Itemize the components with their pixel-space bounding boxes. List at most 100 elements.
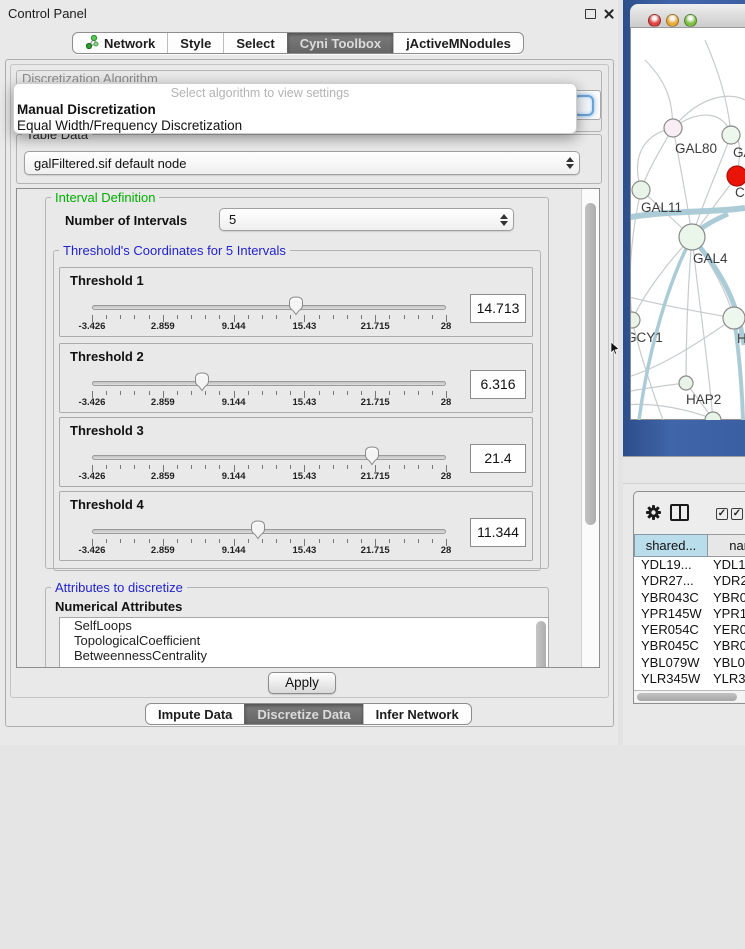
network-node[interactable]	[705, 412, 721, 428]
table-cell[interactable]: YBR0	[708, 638, 745, 654]
table-hscrollbar-thumb[interactable]	[637, 693, 737, 701]
number-of-intervals-combo[interactable]: 5	[219, 208, 514, 231]
slider-thumb[interactable]	[194, 372, 210, 392]
network-edge[interactable]	[625, 383, 686, 392]
table-cell[interactable]: YBR043C	[634, 590, 708, 606]
attribute-list-item[interactable]: TopologicalCoefficient	[60, 633, 548, 648]
viewport-scrollbar[interactable]	[581, 189, 599, 667]
table-row[interactable]: YLR345WYLR3	[634, 671, 745, 687]
network-node[interactable]	[722, 126, 740, 144]
split-columns-icon[interactable]	[670, 504, 689, 521]
tick-label: 15.43	[293, 471, 317, 482]
table-cell[interactable]: YPR145W	[634, 606, 708, 622]
attribute-list-item[interactable]: SelfLoops	[60, 618, 548, 633]
slider-track[interactable]	[92, 455, 446, 460]
table-row[interactable]: YDL19...YDL1	[634, 557, 745, 573]
network-edge[interactable]	[673, 96, 745, 128]
tab-label: Network	[104, 36, 155, 51]
table-row[interactable]: YER054CYER0	[634, 622, 745, 638]
threshold-value-field[interactable]: 11.344	[470, 518, 526, 547]
threshold-panel: Threshold 3-3.4262.8599.14415.4321.71528…	[59, 417, 533, 487]
attribute-list-item[interactable]: BetweennessCentrality	[60, 648, 548, 663]
slider-thumb[interactable]	[288, 296, 304, 316]
control-panel-titlebar: Control Panel	[0, 0, 618, 28]
attributes-title: Attributes to discretize	[51, 580, 187, 595]
tab-cyni-toolbox[interactable]: Cyni Toolbox	[287, 33, 393, 53]
table-row[interactable]: YDR27...YDR2	[634, 573, 745, 589]
apply-button[interactable]: Apply	[268, 672, 336, 694]
threshold-value-field[interactable]: 21.4	[470, 444, 526, 473]
network-icon	[85, 35, 99, 52]
tick-label: 15.43	[293, 321, 317, 332]
table-cell[interactable]: YDR2	[708, 573, 745, 589]
tab-select[interactable]: Select	[223, 33, 286, 53]
network-node[interactable]	[632, 181, 650, 199]
network-edge-thick[interactable]	[639, 237, 692, 420]
list-scrollbar-thumb[interactable]	[536, 621, 546, 668]
tab-jactivemnodules[interactable]: jActiveMNodules	[393, 33, 523, 53]
column-header-name[interactable]: name	[708, 534, 745, 557]
table-hscrollbar[interactable]	[634, 690, 745, 702]
table-cell[interactable]: YDL1	[708, 557, 745, 573]
network-edge[interactable]	[625, 318, 734, 378]
viewport-scrollbar-thumb[interactable]	[585, 203, 596, 525]
close-icon[interactable]	[603, 8, 615, 20]
table-cell[interactable]: YDL19...	[634, 557, 708, 573]
network-node[interactable]	[664, 119, 682, 137]
table-cell[interactable]: YDR27...	[634, 573, 708, 589]
float-panel-icon[interactable]	[585, 9, 596, 19]
table-data-combo[interactable]: galFiltered.sif default node	[24, 151, 580, 175]
tab-network[interactable]: Network	[73, 33, 167, 53]
table-cell[interactable]: YER0	[708, 622, 745, 638]
table-cell[interactable]: YBR045C	[634, 638, 708, 654]
network-edge[interactable]	[645, 60, 673, 128]
table-cell[interactable]: YBR0	[708, 590, 745, 606]
network-node[interactable]	[679, 376, 693, 390]
network-edge[interactable]	[692, 237, 734, 318]
threshold-value-field[interactable]: 14.713	[470, 294, 526, 323]
network-node[interactable]	[727, 166, 745, 186]
network-node[interactable]	[723, 307, 745, 329]
network-edge[interactable]	[630, 190, 641, 320]
table-cell[interactable]: YLR3	[708, 671, 745, 687]
tick-label: 28	[441, 397, 452, 408]
numerical-attributes-list[interactable]: SelfLoopsTopologicalCoefficientBetweenne…	[59, 617, 549, 668]
gear-icon[interactable]	[645, 504, 662, 521]
network-edge[interactable]	[641, 128, 673, 190]
tab-infer-network[interactable]: Infer Network	[363, 704, 471, 724]
table-cell[interactable]: YBL0	[708, 655, 745, 671]
mouse-cursor	[610, 342, 622, 354]
network-edge[interactable]	[625, 296, 734, 318]
table-row[interactable]: YBL079WYBL0	[634, 655, 745, 671]
table-row[interactable]: YPR145WYPR1	[634, 606, 745, 622]
slider-thumb[interactable]	[364, 446, 380, 466]
column-header-shared[interactable]: shared...	[634, 534, 708, 557]
checkbox-checked-icon[interactable]: ✓	[731, 508, 743, 520]
checkbox-checked-icon[interactable]: ✓	[716, 508, 728, 520]
network-node[interactable]	[624, 312, 640, 328]
network-canvas[interactable]: GAL80GACGAL11GAL4GCY1HHAP2	[623, 0, 745, 456]
tab-label: Cyni Toolbox	[300, 36, 381, 51]
slider-track[interactable]	[92, 529, 446, 534]
slider-track[interactable]	[92, 305, 446, 310]
network-node[interactable]	[679, 224, 705, 250]
algorithm-option[interactable]: Equal Width/Frequency Discretization	[14, 117, 576, 133]
threshold-value-field[interactable]: 6.316	[470, 370, 526, 399]
tick-label: 28	[441, 321, 452, 332]
table-row[interactable]: YBR045CYBR0	[634, 638, 745, 654]
tab-discretize-data[interactable]: Discretize Data	[244, 704, 362, 724]
tick-label: 21.715	[361, 397, 390, 408]
tab-style[interactable]: Style	[167, 33, 223, 53]
table-row[interactable]: YBR043CYBR0	[634, 590, 745, 606]
tab-impute-data[interactable]: Impute Data	[146, 704, 244, 724]
tick-label: 15.43	[293, 397, 317, 408]
table-cell[interactable]: YBL079W	[634, 655, 708, 671]
algorithm-option[interactable]: Manual Discretization	[14, 101, 576, 117]
discretization-algorithm-title: Discretization Algorithm	[22, 71, 158, 82]
table-cell[interactable]: YER054C	[634, 622, 708, 638]
network-edge[interactable]	[705, 40, 731, 135]
slider-thumb[interactable]	[250, 520, 266, 540]
slider-track[interactable]	[92, 381, 446, 386]
table-cell[interactable]: YPR1	[708, 606, 745, 622]
table-cell[interactable]: YLR345W	[634, 671, 708, 687]
